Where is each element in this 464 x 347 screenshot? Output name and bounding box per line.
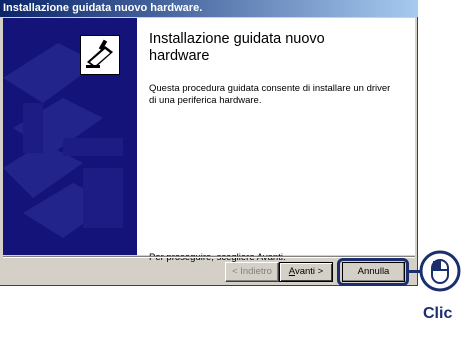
wizard-description: Questa procedura guidata consente di ins… [149,83,391,106]
window-title-bar: Installazione guidata nuovo hardware. [0,0,418,17]
wizard-content: Installazione guidata nuovo hardware Que… [3,18,415,263]
hardware-card-icon [80,35,120,75]
wizard-side-panel [3,18,137,255]
next-button-label: vanti > [294,266,324,277]
wizard-heading: Installazione guidata nuovo hardware [149,31,325,64]
next-button[interactable]: Avanti > [279,262,333,282]
back-button[interactable]: < Indietro [225,262,279,282]
wizard-window: Installazione guidata nuovo hardware. In… [0,0,418,286]
click-label: Clic [423,305,453,322]
cancel-button-highlight [337,258,409,286]
window-title: Installazione guidata nuovo hardware. [3,2,203,14]
mouse-icon [419,250,461,292]
